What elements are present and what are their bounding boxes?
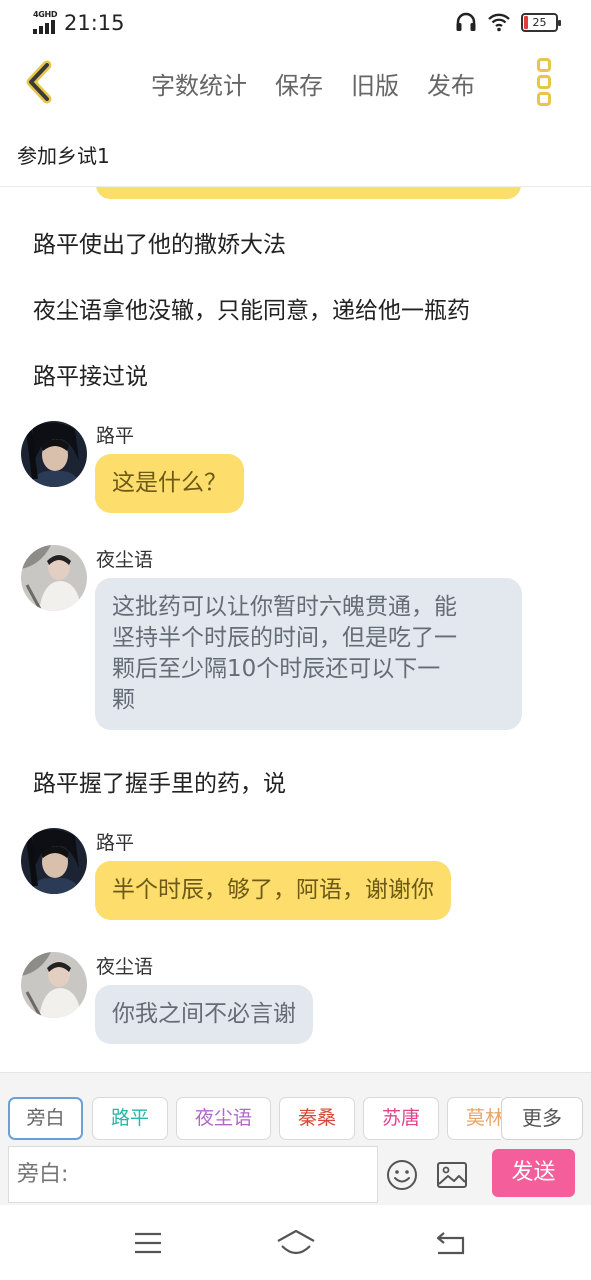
character-chip-qinsang[interactable]: 秦桑 [279, 1097, 355, 1140]
character-chip-narrator[interactable]: 旁白 [8, 1097, 83, 1140]
avatar[interactable] [21, 545, 87, 611]
dialogue-bubble[interactable]: 这批药可以让你暂时六魄贯通，能 坚持半个时辰的时间，但是吃了一 颗后至少隔10个… [95, 578, 522, 730]
headphones-icon [456, 12, 476, 31]
battery-level: 25 [532, 15, 547, 29]
avatar[interactable] [21, 421, 87, 487]
character-chip-luping[interactable]: 路平 [92, 1097, 168, 1140]
status-time: 21:15 [64, 11, 125, 35]
dialogue-bubble[interactable]: 半个时辰，够了，阿语，谢谢你 [95, 861, 451, 920]
speaker-name: 夜尘语 [96, 549, 154, 571]
dialogue-line: 坚持半个时辰的时间，但是吃了一 [112, 625, 457, 651]
battery-icon: 25 [521, 12, 561, 32]
narration-line[interactable]: 路平握了握手里的药，说 [33, 764, 286, 798]
system-nav-bar [0, 1205, 591, 1280]
more-characters-button[interactable]: 更多 [501, 1097, 583, 1140]
send-button[interactable]: 发送 [492, 1149, 575, 1197]
status-bar: 4GHD 21:15 25 [0, 0, 591, 46]
save-button[interactable]: 保存 [275, 66, 323, 101]
story-content[interactable]: 路平使出了他的撒娇大法 夜尘语拿他没辙，只能同意，递给他一瓶药 路平接过说 路平… [0, 187, 591, 1072]
menu-icon[interactable] [128, 1227, 168, 1259]
editor-toolbar: 字数统计 保存 旧版 发布 [0, 50, 591, 114]
speaker-name: 夜尘语 [96, 956, 154, 978]
back-icon[interactable] [430, 1227, 470, 1259]
signal-icon: 4GHD [33, 10, 61, 34]
character-chip-yechenyu[interactable]: 夜尘语 [176, 1097, 271, 1140]
previous-bubble[interactable] [96, 187, 521, 199]
chevron-left-icon [26, 60, 52, 104]
message-input[interactable] [8, 1146, 378, 1203]
wifi-icon [488, 13, 510, 32]
emoji-icon[interactable] [386, 1159, 418, 1191]
image-icon[interactable] [436, 1161, 468, 1189]
character-chip-sutang[interactable]: 苏唐 [363, 1097, 439, 1140]
publish-button[interactable]: 发布 [427, 66, 475, 101]
character-selector: 旁白 路平 夜尘语 秦桑 苏唐 莫林 [8, 1097, 501, 1141]
old-version-button[interactable]: 旧版 [351, 66, 399, 101]
narration-line[interactable]: 夜尘语拿他没辙，只能同意，递给他一瓶药 [33, 291, 470, 325]
character-chip-molin[interactable]: 莫林 [447, 1097, 501, 1140]
narration-line[interactable]: 路平使出了他的撒娇大法 [33, 225, 286, 259]
narration-line[interactable]: 路平接过说 [33, 357, 148, 391]
back-button[interactable] [18, 56, 62, 106]
speaker-name: 路平 [96, 832, 135, 854]
document-title[interactable]: 参加乡试1 [17, 140, 110, 169]
avatar[interactable] [21, 952, 87, 1018]
dialogue-line: 颗 [112, 687, 135, 713]
speaker-name: 路平 [96, 425, 135, 447]
vertical-dots-icon[interactable] [532, 56, 556, 108]
composer-panel: 旁白 路平 夜尘语 秦桑 苏唐 莫林 更多 发送 [0, 1072, 591, 1205]
network-type: 4GHD [33, 10, 58, 19]
dialogue-bubble[interactable]: 这是什么？ [95, 454, 244, 513]
word-count-button[interactable]: 字数统计 [151, 66, 247, 101]
home-icon[interactable] [274, 1227, 318, 1259]
dialogue-line: 这批药可以让你暂时六魄贯通，能 [112, 594, 457, 620]
avatar[interactable] [21, 828, 87, 894]
dialogue-line: 颗后至少隔10个时辰还可以下一 [112, 656, 441, 682]
dialogue-bubble[interactable]: 你我之间不必言谢 [95, 985, 313, 1044]
